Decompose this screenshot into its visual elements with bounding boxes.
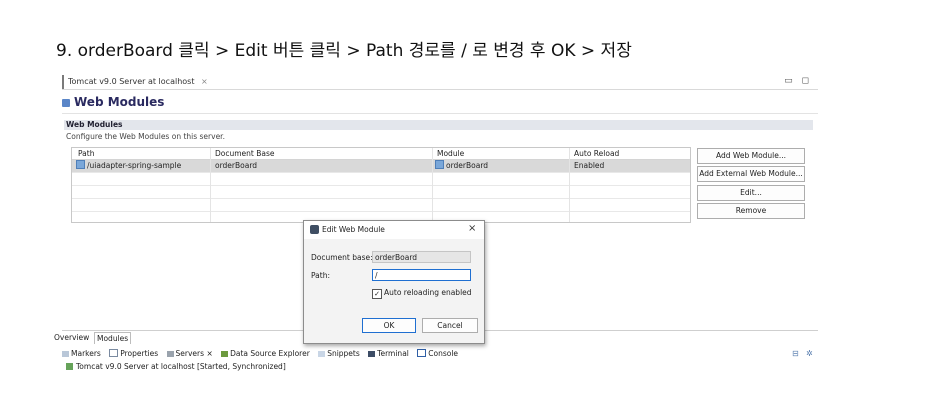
add-web-module-button[interactable]: Add Web Module...: [697, 148, 805, 164]
dialog-title: Edit Web Module: [322, 225, 385, 234]
tab-console[interactable]: Console: [417, 349, 458, 358]
column-divider: [210, 148, 211, 222]
table-row-empty: [72, 186, 690, 199]
add-external-web-module-button[interactable]: Add External Web Module...: [697, 166, 805, 182]
document-base-field: orderBoard: [372, 251, 471, 263]
remove-button[interactable]: Remove: [697, 203, 805, 219]
close-icon[interactable]: ×: [206, 349, 212, 358]
tab-servers[interactable]: Servers ×: [166, 349, 213, 358]
close-icon[interactable]: ×: [468, 223, 476, 235]
table-row[interactable]: /uiadapter-spring-sample orderBoard orde…: [72, 160, 690, 173]
terminal-icon: [368, 351, 376, 357]
snippets-icon: [318, 351, 326, 357]
editor-tab[interactable]: Tomcat v9.0 Server at localhost ×: [62, 75, 214, 89]
tab-markers[interactable]: Markers: [62, 349, 101, 358]
path-input[interactable]: /: [372, 269, 471, 281]
column-divider: [432, 148, 433, 222]
column-header-module[interactable]: Module: [437, 148, 464, 159]
tab-snippets[interactable]: Snippets: [318, 349, 360, 358]
ok-button[interactable]: OK: [362, 318, 416, 333]
collapse-all-icon[interactable]: ⊟: [792, 348, 799, 360]
editor-tab-bar: Tomcat v9.0 Server at localhost × ▭ ◻: [62, 75, 818, 90]
row-auto-reload: Enabled: [574, 161, 605, 170]
instruction-text: 9. orderBoard 클릭 > Edit 버튼 클릭 > Path 경로를…: [56, 41, 632, 61]
row-module: orderBoard: [446, 161, 489, 170]
column-header-path[interactable]: Path: [78, 148, 94, 159]
section-heading: Web Modules: [64, 120, 813, 130]
properties-icon: [109, 349, 119, 357]
table-row-empty: [72, 173, 690, 186]
column-header-auto-reload[interactable]: Auto Reload: [574, 148, 619, 159]
title-divider: [62, 113, 818, 114]
cancel-button[interactable]: Cancel: [422, 318, 478, 333]
tab-terminal[interactable]: Terminal: [368, 349, 409, 358]
tab-properties[interactable]: Properties: [109, 349, 158, 358]
row-path: /uiadapter-spring-sample: [87, 161, 182, 170]
views-tab-bar: Markers Properties Servers × Data Source…: [62, 348, 818, 360]
tab-overview[interactable]: Overview: [54, 332, 89, 343]
auto-reload-label: Auto reloading enabled: [384, 288, 472, 297]
edit-button[interactable]: Edit...: [697, 185, 805, 201]
auto-reload-checkbox[interactable]: ✓: [372, 289, 382, 299]
tab-modules[interactable]: Modules: [94, 332, 132, 344]
markers-icon: [62, 351, 69, 357]
servers-icon: [166, 351, 174, 357]
table-header: Path Document Base Module Auto Reload: [72, 148, 690, 160]
edit-web-module-dialog: Edit Web Module × Document base: orderBo…: [303, 220, 485, 344]
page-title: Web Modules: [62, 93, 164, 111]
server-entry[interactable]: Tomcat v9.0 Server at localhost [Started…: [66, 361, 286, 373]
folder-icon: [76, 160, 85, 169]
console-icon: [417, 349, 427, 357]
close-icon[interactable]: ×: [201, 77, 208, 86]
section-description: Configure the Web Modules on this server…: [66, 132, 225, 141]
server-started-icon: [66, 363, 73, 370]
server-icon: [62, 98, 70, 107]
web-modules-table: Path Document Base Module Auto Reload /u…: [71, 147, 691, 223]
editor-tab-label: Tomcat v9.0 Server at localhost: [68, 77, 195, 86]
document-base-label: Document base:: [311, 253, 373, 262]
eclipse-icon: [310, 225, 319, 234]
settings-icon[interactable]: ✲: [806, 348, 813, 360]
column-divider: [569, 148, 570, 222]
tab-data-source-explorer[interactable]: Data Source Explorer: [221, 349, 310, 358]
window-controls-icon[interactable]: ▭ ◻: [784, 75, 812, 87]
data-source-icon: [221, 351, 229, 357]
column-header-document-base[interactable]: Document Base: [215, 148, 275, 159]
project-icon: [435, 160, 444, 169]
table-row-empty: [72, 199, 690, 212]
row-document-base: orderBoard: [215, 161, 258, 170]
path-label: Path:: [311, 271, 331, 280]
